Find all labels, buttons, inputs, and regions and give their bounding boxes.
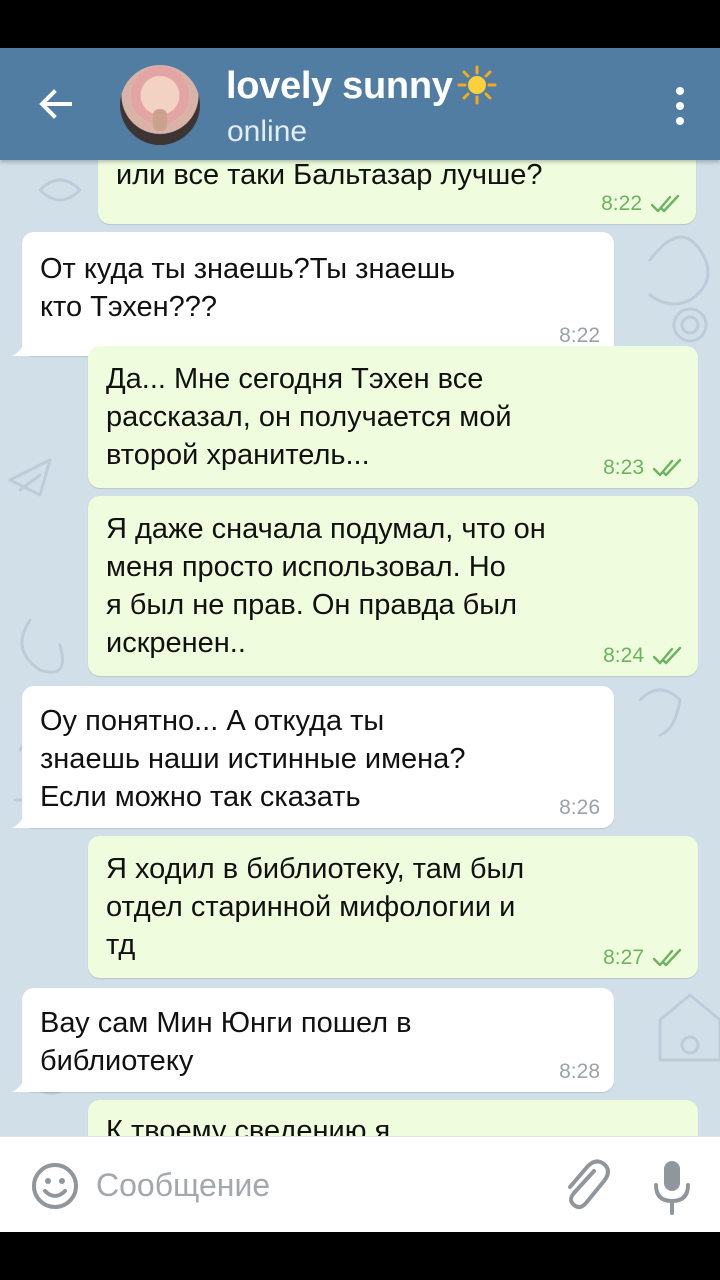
microphone-icon[interactable] xyxy=(648,1157,696,1217)
message-time: 8:28 xyxy=(559,1060,600,1083)
message-text: От куда ты знаешь?Ты знаешь кто Тэхен??? xyxy=(40,253,456,323)
double-check-icon xyxy=(652,948,682,967)
sun-emoji-icon xyxy=(457,65,497,105)
message-text: Я ходил в библиотеку, там был отдел стар… xyxy=(106,853,525,961)
outgoing-message[interactable]: К твоему сведению я xyxy=(88,1100,698,1136)
message-time: 8:22 xyxy=(559,324,600,347)
outgoing-message[interactable]: Да... Мне сегодня Тэхен все рассказал, о… xyxy=(88,346,698,488)
message-input[interactable] xyxy=(96,1159,536,1211)
chat-title[interactable]: lovely sunny xyxy=(226,64,497,108)
navigation-bar xyxy=(0,1232,720,1280)
message-time: 8:26 xyxy=(559,796,600,819)
message-text: К твоему сведению я xyxy=(106,1115,391,1136)
bubble-tail xyxy=(12,1072,34,1092)
message-text: или все таки Бальтазар лучше? xyxy=(116,160,543,191)
message-text: Вау сам Мин Юнги пошел в библиотеку xyxy=(40,1007,412,1077)
message-text: Я даже сначала подумал, что он меня прос… xyxy=(106,513,546,659)
double-check-icon xyxy=(652,458,682,477)
incoming-message[interactable]: Оу понятно... А откуда ты знаешь наши ис… xyxy=(12,686,614,828)
double-check-icon xyxy=(650,194,680,213)
double-check-icon xyxy=(652,646,682,665)
paperclip-icon[interactable] xyxy=(558,1157,612,1215)
status-bar xyxy=(0,0,720,48)
emoji-icon[interactable] xyxy=(30,1161,80,1211)
back-arrow-icon xyxy=(39,89,72,119)
message-time: 8:24 xyxy=(603,644,644,667)
avatar[interactable] xyxy=(120,65,200,145)
bubble-tail xyxy=(12,336,34,356)
chat-status: online xyxy=(227,115,308,148)
outgoing-message[interactable]: или все таки Бальтазар лучше? 8:22 xyxy=(98,160,696,224)
message-text: Оу понятно... А откуда ты знаешь наши ис… xyxy=(40,705,466,813)
incoming-message[interactable]: От куда ты знаешь?Ты знаешь кто Тэхен???… xyxy=(12,232,614,356)
bubble-tail xyxy=(12,808,34,828)
more-vertical-icon xyxy=(676,87,684,95)
message-text: Да... Мне сегодня Тэхен все рассказал, о… xyxy=(106,363,512,471)
message-list[interactable]: или все таки Бальтазар лучше? 8:22 От куда… xyxy=(0,160,720,1136)
back-button[interactable] xyxy=(24,76,88,132)
message-time: 8:23 xyxy=(603,456,644,479)
message-time: 8:22 xyxy=(601,192,642,215)
outgoing-message[interactable]: Я ходил в библиотеку, там был отдел стар… xyxy=(88,836,698,978)
chat-header: lovely sunny online xyxy=(0,48,720,160)
incoming-message[interactable]: Вау сам Мин Юнги пошел в библиотеку 8:28 xyxy=(12,988,614,1092)
chat-title-text: lovely sunny xyxy=(226,65,453,107)
message-time: 8:27 xyxy=(603,946,644,969)
message-composer xyxy=(0,1136,720,1232)
outgoing-message[interactable]: Я даже сначала подумал, что он меня прос… xyxy=(88,496,698,676)
more-menu-button[interactable] xyxy=(656,78,704,134)
